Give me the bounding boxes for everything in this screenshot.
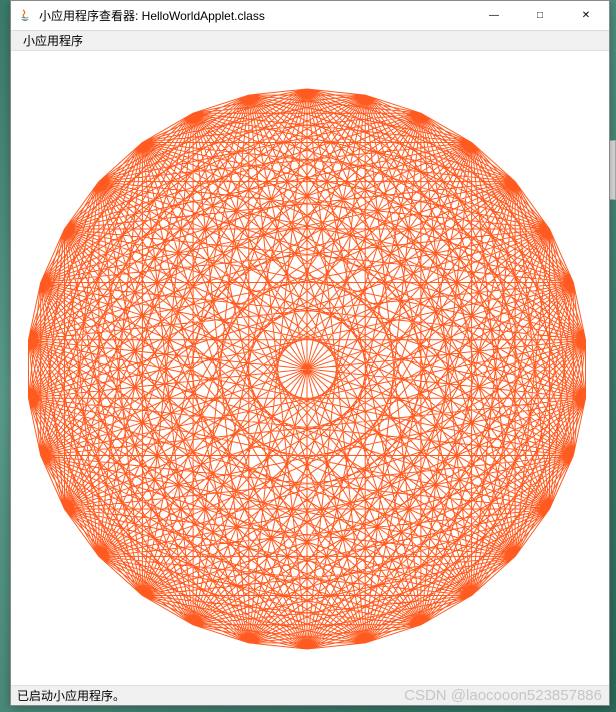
statusbar: 已启动小应用程序。 — [11, 685, 609, 705]
status-text: 已启动小应用程序。 — [17, 687, 125, 704]
applet-canvas — [11, 51, 609, 685]
minimize-icon: — — [489, 10, 499, 21]
close-icon: ✕ — [582, 10, 590, 21]
applet-viewer-window: 小应用程序查看器: HelloWorldApplet.class — □ ✕ 小… — [10, 0, 610, 706]
java-icon — [17, 8, 33, 24]
close-button[interactable]: ✕ — [563, 1, 609, 30]
window-title: 小应用程序查看器: HelloWorldApplet.class — [39, 7, 471, 24]
complete-graph-drawing — [11, 51, 609, 685]
minimize-button[interactable]: — — [471, 1, 517, 30]
maximize-button[interactable]: □ — [517, 1, 563, 30]
menubar: 小应用程序 — [11, 31, 609, 51]
maximize-icon: □ — [537, 10, 543, 21]
titlebar[interactable]: 小应用程序查看器: HelloWorldApplet.class — □ ✕ — [11, 1, 609, 31]
window-controls: — □ ✕ — [471, 1, 609, 30]
menu-applet[interactable]: 小应用程序 — [17, 30, 89, 51]
